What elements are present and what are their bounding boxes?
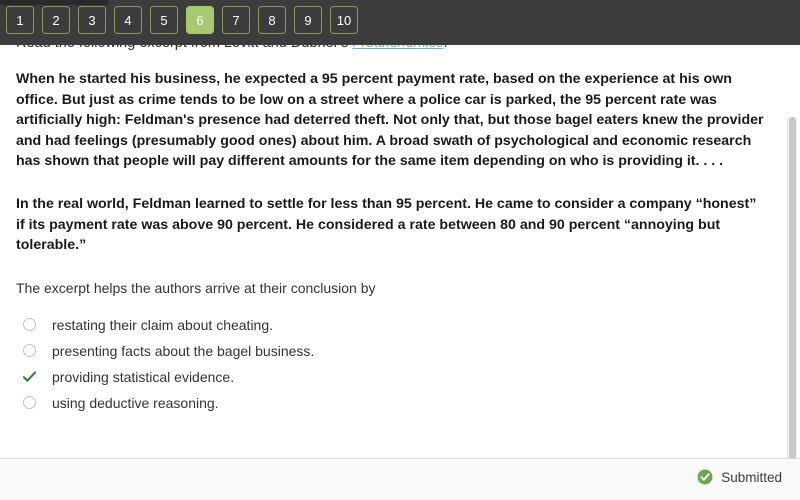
page-button-2[interactable]: 2 [42, 6, 70, 34]
freakonomics-link[interactable]: Freakonomics [352, 45, 443, 51]
answer-choice-4-label: using deductive reasoning. [52, 394, 219, 411]
excerpt-paragraph-1: When he started his business, he expecte… [16, 71, 764, 170]
page-button-10[interactable]: 10 [330, 6, 358, 34]
answer-choice-2[interactable]: presenting facts about the bagel busines… [16, 338, 766, 364]
answer-choice-2-label: presenting facts about the bagel busines… [52, 342, 315, 359]
page-button-4[interactable]: 4 [114, 6, 142, 34]
question-content-area: Read the following excerpt from Levitt a… [0, 45, 800, 458]
submission-status-bar: Submitted [0, 458, 800, 500]
excerpt-intro-text: Read the following excerpt from Levitt a… [16, 45, 352, 51]
navbar-top-stub [0, 0, 108, 5]
page-button-7[interactable]: 7 [222, 6, 250, 34]
page-button-6[interactable]: 6 [186, 6, 214, 34]
scrollbar-thumb[interactable] [789, 117, 796, 458]
question-prompt: The excerpt helps the authors arrive at … [16, 279, 376, 296]
submitted-status: Submitted [697, 469, 782, 485]
radio-unselected-icon[interactable] [23, 344, 36, 358]
page-number-pager: 1 2 3 4 5 6 7 8 9 10 [6, 6, 358, 34]
answer-choice-4[interactable]: using deductive reasoning. [16, 390, 766, 416]
quiz-page: 1 2 3 4 5 6 7 8 9 10 Read the following … [0, 0, 800, 500]
answer-choice-1-label: restating their claim about cheating. [52, 316, 274, 333]
radio-unselected-icon[interactable] [23, 318, 36, 332]
page-button-3[interactable]: 3 [78, 6, 106, 34]
page-button-1[interactable]: 1 [6, 6, 34, 34]
excerpt-paragraph-2: In the real world, Feldman learned to se… [16, 195, 757, 254]
excerpt-intro: Read the following excerpt from Levitt a… [16, 45, 766, 53]
content-scrollbar[interactable] [787, 117, 797, 458]
scroll-inner: Read the following excerpt from Levitt a… [0, 45, 782, 416]
page-button-8[interactable]: 8 [258, 6, 286, 34]
answer-choice-list: restating their claim about cheating. pr… [16, 312, 766, 416]
answer-choice-3-label: providing statistical evidence. [52, 368, 235, 385]
submitted-label: Submitted [721, 469, 782, 485]
excerpt-intro-period: . [444, 45, 448, 51]
checkmark-icon [23, 370, 36, 383]
answer-choice-3[interactable]: providing statistical evidence. [16, 364, 766, 390]
answer-choice-1[interactable]: restating their claim about cheating. [16, 312, 766, 338]
submitted-check-circle-icon [697, 469, 713, 485]
question-navigation-bar: 1 2 3 4 5 6 7 8 9 10 [0, 0, 800, 45]
page-button-9[interactable]: 9 [294, 6, 322, 34]
page-button-5[interactable]: 5 [150, 6, 178, 34]
radio-unselected-icon[interactable] [23, 396, 36, 410]
